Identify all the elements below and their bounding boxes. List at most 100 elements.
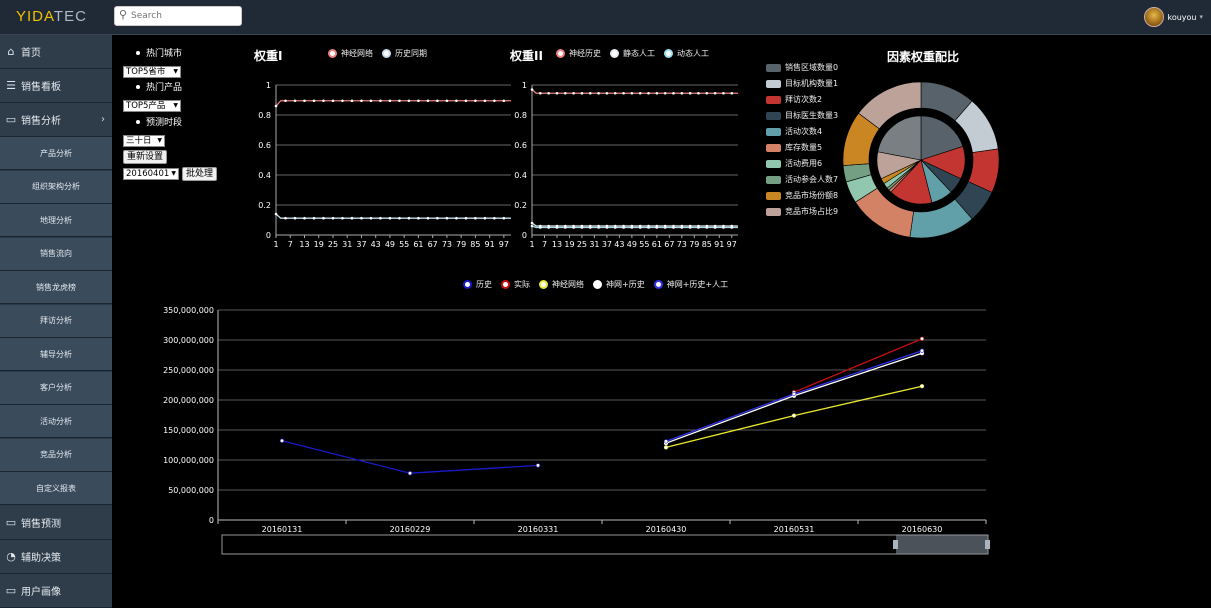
pie-legend-item[interactable]: 库存数量5 [766,142,822,153]
data-point [705,226,709,229]
legend-item[interactable]: 历史同期 [382,48,427,59]
pie-legend-item[interactable]: 竞品市场份额8 [766,190,838,201]
pie-legend-item[interactable]: 销售区域数量0 [766,62,838,73]
top5-product-select[interactable]: TOP5产品 ▼ [123,100,181,112]
zoom-window[interactable] [896,535,988,554]
legend-marker [593,280,602,289]
pie-legend-item[interactable]: 活动费用6 [766,158,822,169]
top5-city-select[interactable]: TOP5省市 ▼ [123,66,181,78]
legend-swatch [766,207,781,216]
x-tick-label: 91 [714,240,724,249]
date-select[interactable]: 20160401 ▼ [123,168,179,180]
data-point [303,99,306,103]
avatar[interactable] [1144,7,1165,27]
search-input[interactable] [131,9,239,23]
data-point [312,216,316,220]
batch-button[interactable]: 批处理 [182,167,218,181]
data-point [530,221,534,225]
legend-item[interactable]: 历史 [463,279,492,290]
legend-item[interactable]: 神网+历史 [593,279,645,290]
legend-label: 活动次数4 [785,127,823,136]
sidebar-item-13[interactable]: 自定义报表 [0,472,112,505]
zoom-handle-left[interactable] [893,540,898,549]
legend-label: 历史 [476,280,492,289]
legend-label: 库存数量5 [785,143,823,152]
zoom-track[interactable] [221,534,989,555]
legend-item[interactable]: 神网+历史+人工 [653,279,728,290]
sidebar-item-1[interactable]: ☰ 销售看板 [0,69,112,103]
x-tick-label: 20160630 [902,525,943,534]
legend-item[interactable]: 神经历史 [556,48,601,59]
monitor-icon: ▭ [5,113,17,126]
legend-item[interactable]: 实际 [501,279,530,290]
legend-label: 活动参会人数7 [785,175,839,184]
x-tick-label: 73 [442,240,452,249]
logo-text-b: TEC [53,8,87,25]
data-point [638,91,642,95]
sidebar-item-0[interactable]: ⌂ 首页 [0,35,112,69]
sidebar-item-3[interactable]: 产品分析 [0,137,112,170]
legend-label: 目标机构数量1 [785,79,839,88]
x-tick-label: 19 [564,240,574,249]
data-point [705,91,709,95]
data-point [293,216,297,220]
search-box[interactable]: ⚲ [114,6,242,26]
legend-item[interactable]: 神经网络 [539,279,584,290]
legend-marker [501,280,510,289]
sidebar-item-7[interactable]: 销售龙虎榜 [0,271,112,304]
sidebar-item-label: 拜访分析 [40,316,72,325]
data-point [464,99,468,103]
pie-legend-item[interactable]: 活动参会人数7 [766,174,838,185]
legend-marker [556,49,565,58]
sidebar-item-15[interactable]: ◔ 辅助决策 [0,539,112,574]
data-point [293,99,297,103]
chevron-down-icon[interactable]: ▾ [1199,13,1203,21]
sidebar-item-14[interactable]: ▭ 销售预测 [0,505,112,540]
sidebar-item-4[interactable]: 组织架构分析 [0,170,112,204]
sidebar-item-12[interactable]: 竞品分析 [0,438,112,472]
data-point [597,91,600,95]
pie-legend-item[interactable]: 目标医生数量3 [766,110,838,121]
x-tick-label: 13 [552,240,562,249]
zoom-handle-right[interactable] [985,540,990,549]
x-tick-label: 49 [385,240,395,249]
legend-item[interactable]: 动态人工 [664,48,709,59]
x-tick-label: 7 [542,240,547,249]
sidebar-item-2[interactable]: ▭ 销售分析 › [0,103,112,137]
legend-item[interactable]: 静态人工 [610,48,655,59]
sidebar-item-6[interactable]: 销售流向 [0,237,112,271]
sidebar-item-9[interactable]: 辅导分析 [0,338,112,371]
sidebar-item-16[interactable]: ▭ 用户画像 [0,573,112,608]
x-tick-label: 1 [529,240,534,249]
data-point [341,99,344,103]
app-logo[interactable]: YIDATEC [16,8,87,25]
document-icon: ☰ [6,79,16,92]
legend-swatch [766,143,781,152]
reset-button[interactable]: 重新设置 [123,150,168,164]
legend-marker [610,49,619,58]
user-menu[interactable]: kouyou ▾ [1144,6,1203,28]
x-tick-label: 20160229 [390,525,431,534]
x-tick-label: 13 [299,240,309,249]
legend-item[interactable]: 神经网络 [328,48,373,59]
pie-legend-item[interactable]: 活动次数4 [766,126,822,137]
data-point [555,91,559,95]
pie-legend-item[interactable]: 拜访次数2 [766,94,822,105]
period-select[interactable]: 三十日 ▼ [123,135,165,147]
x-tick-label: 31 [342,240,352,249]
chart2-legend: 神经历史 静态人工 动态人工 [556,48,718,59]
sidebar-item-11[interactable]: 活动分析 [0,405,112,438]
data-point [688,91,692,95]
pie-legend-item[interactable]: 目标机构数量1 [766,78,838,89]
sidebar-item-8[interactable]: 拜访分析 [0,304,112,338]
sidebar-item-10[interactable]: 客户分析 [0,371,112,405]
data-point [331,99,335,103]
legend-marker [539,280,548,289]
pie-legend-item[interactable]: 竞品市场占比9 [766,206,838,217]
legend-swatch [766,159,781,168]
data-point [360,216,363,220]
data-point [331,216,335,220]
x-tick-label: 73 [677,240,687,249]
user-name[interactable]: kouyou [1167,13,1196,22]
sidebar-item-5[interactable]: 地理分析 [0,204,112,237]
